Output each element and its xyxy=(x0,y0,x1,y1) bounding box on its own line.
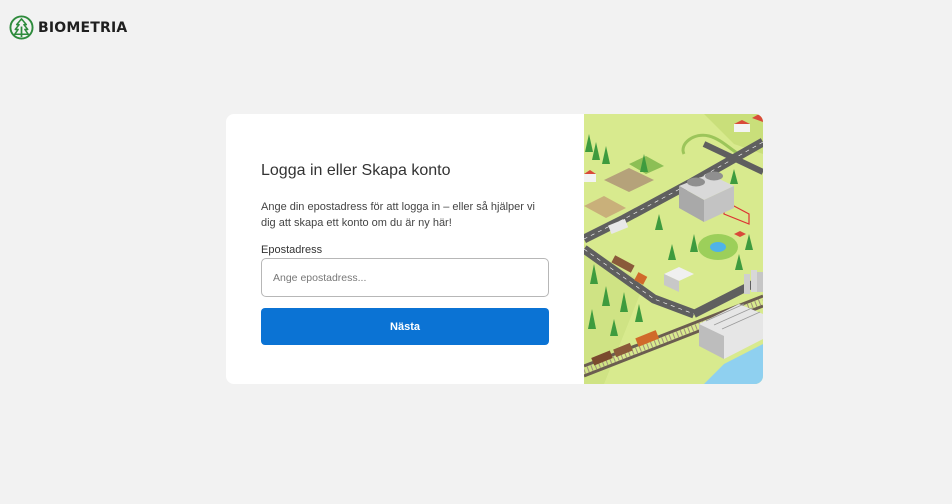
next-button[interactable]: Nästa xyxy=(261,308,549,345)
illustration-panel xyxy=(584,114,763,384)
forestry-illustration xyxy=(584,114,763,384)
login-card: Logga in eller Skapa konto Ange din epos… xyxy=(226,114,763,384)
page-title: Logga in eller Skapa konto xyxy=(261,162,451,179)
email-field[interactable] xyxy=(261,258,549,297)
email-label: Epostadress xyxy=(261,244,323,256)
login-form: Logga in eller Skapa konto Ange din epos… xyxy=(226,114,584,384)
tree-icon xyxy=(9,15,34,40)
login-description: Ange din epostadress för att logga in – … xyxy=(261,201,535,229)
brand-logo[interactable]: BIOMETRIA xyxy=(9,15,127,40)
brand-name: BIOMETRIA xyxy=(38,19,128,36)
